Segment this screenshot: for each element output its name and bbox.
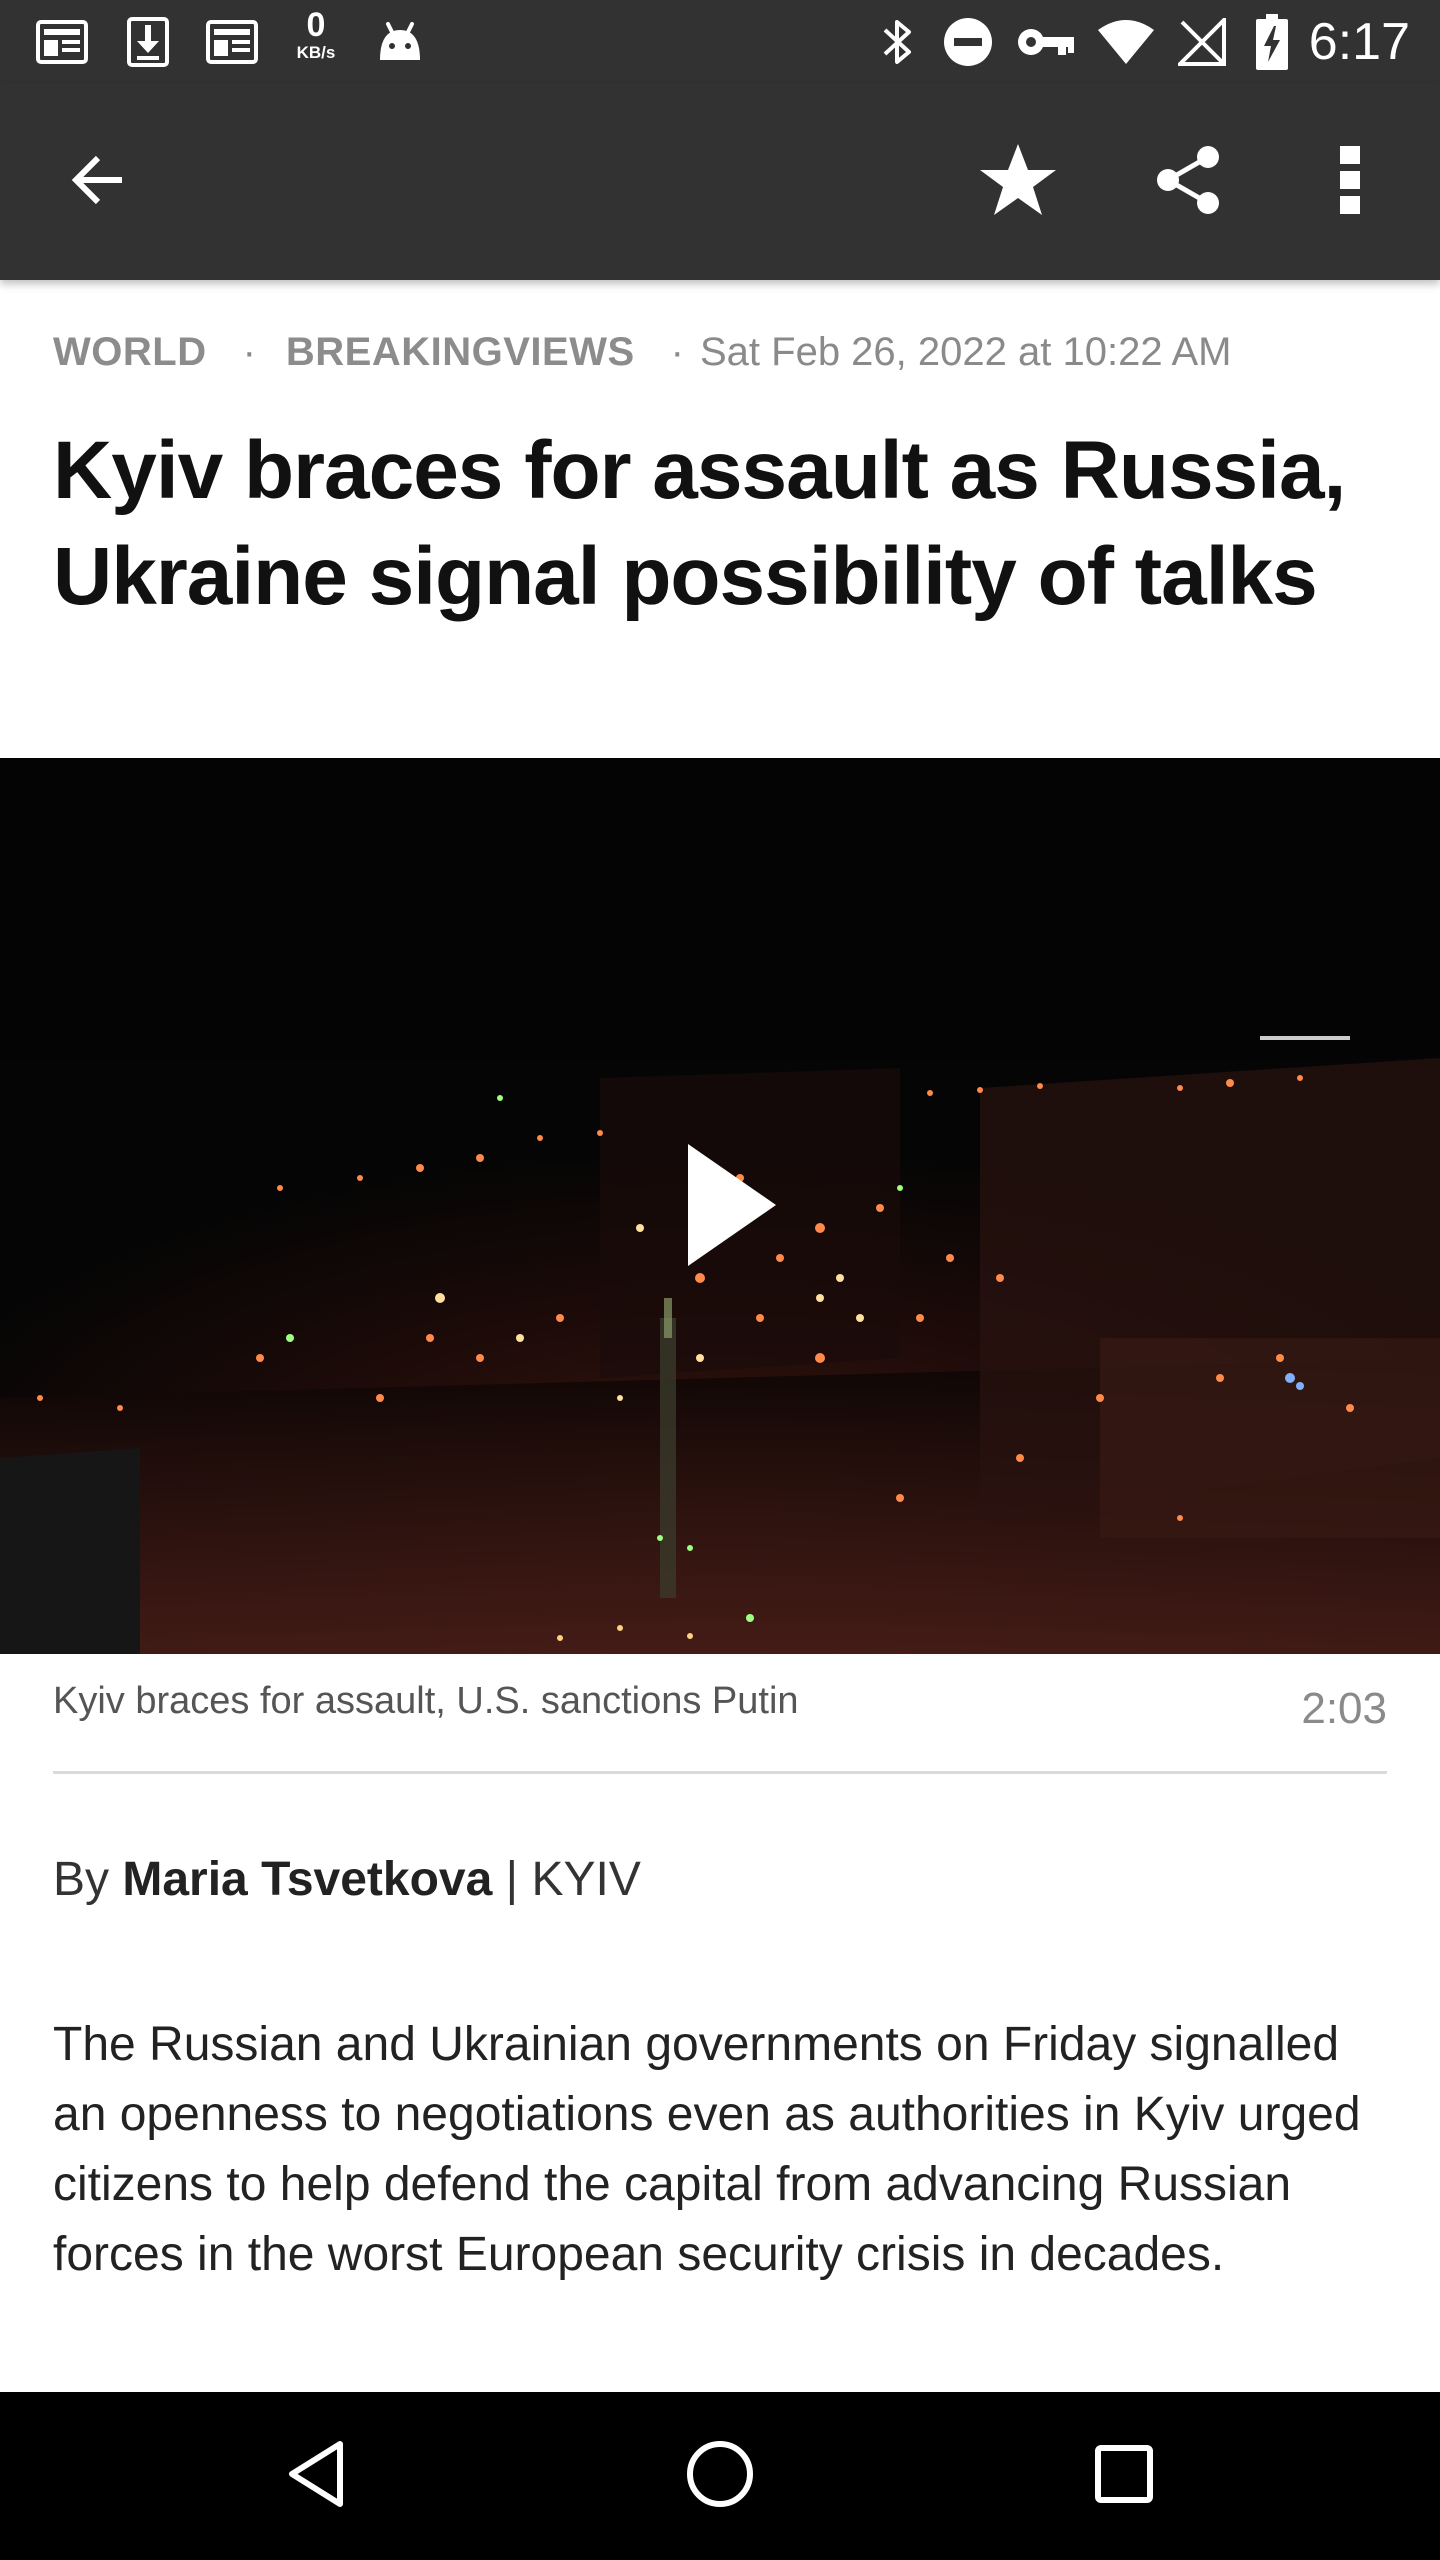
share-button[interactable] xyxy=(1138,132,1238,232)
wifi-icon xyxy=(1094,14,1158,70)
vpn-key-icon xyxy=(1014,14,1078,70)
meta-separator: · xyxy=(670,329,684,374)
do-not-disturb-icon xyxy=(940,14,996,70)
nav-recents-button[interactable] xyxy=(1074,2426,1174,2526)
network-speed-value: 0 xyxy=(306,6,326,44)
network-speed-unit: KB/s xyxy=(296,43,336,62)
share-icon xyxy=(1154,145,1222,220)
recents-square-icon xyxy=(1094,2444,1154,2509)
navigation-bar xyxy=(0,2392,1440,2560)
more-vert-icon xyxy=(1338,144,1362,221)
back-button[interactable] xyxy=(48,132,148,232)
play-icon xyxy=(680,1144,780,1274)
author-name[interactable]: Maria Tsvetkova xyxy=(122,1853,492,1906)
network-speed-indicator: 0 KB/s xyxy=(286,8,346,61)
arrow-back-icon xyxy=(68,150,128,215)
category-tag[interactable]: BREAKINGVIEWS xyxy=(286,330,635,375)
byline-prefix: By xyxy=(53,1853,123,1906)
article-date: Sat Feb 26, 2022 at 10:22 AM xyxy=(699,329,1232,374)
nav-back-button[interactable] xyxy=(266,2426,366,2526)
status-bar: 0 KB/s 6:17 xyxy=(0,0,1440,84)
video-caption: Kyiv braces for assault, U.S. sanctions … xyxy=(53,1680,799,1722)
article-body: The Russian and Ukrainian governments on… xyxy=(53,2018,1361,2281)
back-triangle-icon xyxy=(286,2440,346,2513)
news-icon xyxy=(204,14,260,70)
app-bar xyxy=(0,84,1440,280)
divider xyxy=(53,1771,1387,1774)
article-meta: WORLD · BREAKINGVIEWS · Sat Feb 26, 2022… xyxy=(53,324,1231,380)
bookmark-button[interactable] xyxy=(968,132,1068,232)
star-icon xyxy=(979,142,1057,223)
byline-location: | KYIV xyxy=(492,1853,641,1906)
play-button[interactable] xyxy=(680,1140,780,1270)
nav-home-button[interactable] xyxy=(670,2426,770,2526)
android-icon xyxy=(372,14,428,70)
article-headline: Kyiv braces for assault as Russia, Ukrai… xyxy=(53,425,1346,622)
home-circle-icon xyxy=(686,2440,754,2513)
video-duration: 2:03 xyxy=(1301,1684,1387,1733)
news-icon xyxy=(34,14,90,70)
clock: 6:17 xyxy=(1308,13,1410,71)
more-options-button[interactable] xyxy=(1300,132,1400,232)
no-sim-icon xyxy=(1174,14,1230,70)
bluetooth-icon xyxy=(870,14,926,70)
meta-separator: · xyxy=(242,329,256,374)
battery-charging-icon xyxy=(1244,14,1300,70)
download-icon xyxy=(120,14,176,70)
section-tag[interactable]: WORLD xyxy=(53,330,207,375)
byline: By Maria Tsvetkova | KYIV xyxy=(53,1852,641,1907)
